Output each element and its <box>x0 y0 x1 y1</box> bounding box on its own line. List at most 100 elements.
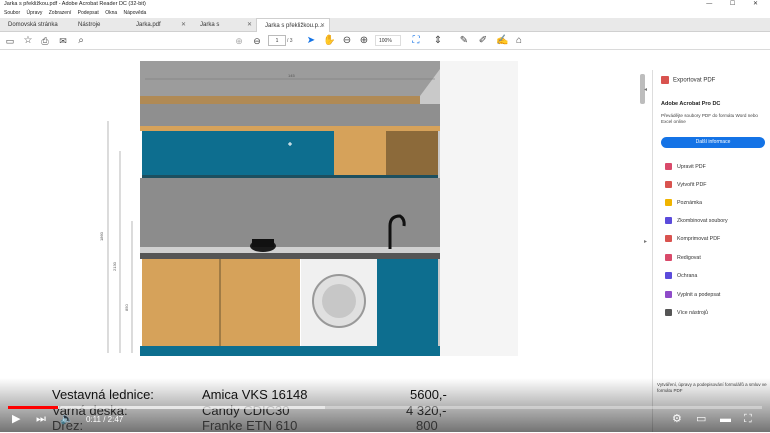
pro-description: Převádějte soubory PDF do formátu Word n… <box>661 113 758 124</box>
hand-icon[interactable]: ✋ <box>323 35 335 47</box>
current-time: 0:11 <box>86 415 101 424</box>
tab-home[interactable]: Domovská stránka <box>0 18 70 32</box>
tool-fill-sign[interactable]: Vyplnit a podepsat <box>665 291 720 300</box>
tab-tools[interactable]: Nástroje <box>70 18 126 32</box>
expand-panel-icon[interactable]: ▸ <box>641 238 650 245</box>
tab-bar: Domovská stránka Nástroje Jarka.pdf ✕ Jar… <box>0 18 770 42</box>
tab-jarka-preklizka[interactable]: Jarka s překližkou.pdf✕ <box>192 18 256 42</box>
export-pdf-icon <box>661 76 669 84</box>
tab-active-label: Jarka s překližkou.p... <box>265 23 324 29</box>
create-pdf-icon <box>665 181 672 189</box>
played-bar <box>8 406 58 409</box>
zoom-in-icon[interactable]: ⊕ <box>358 35 370 47</box>
save-icon[interactable]: ▭ <box>4 35 16 47</box>
menu-upravy[interactable]: Úpravy <box>27 10 43 16</box>
dim-left-1: 1860 <box>100 231 104 241</box>
dim-top: 145 <box>288 73 295 78</box>
menu-bar: Soubor Úpravy Zobrazení Podepsat Okna Ná… <box>0 9 770 18</box>
zoom-out-icon[interactable]: ⊖ <box>341 35 353 47</box>
tool-combine[interactable]: Zkombinovat soubory <box>665 217 728 226</box>
next-icon[interactable]: ⏭ <box>36 412 46 426</box>
tool-edit-pdf[interactable]: Upravit PDF <box>665 163 706 172</box>
export-pdf-item[interactable]: Exportovat PDF <box>661 76 715 84</box>
tool-create-pdf[interactable]: Vytvořit PDF <box>665 181 707 190</box>
page-number-input[interactable]: 1 <box>268 35 286 46</box>
caption-model-3: Franke ETN 610 <box>202 418 298 433</box>
sign-icon <box>665 291 672 299</box>
tool-label: Vyplnit a podepsat <box>677 292 721 298</box>
tool-comment[interactable]: Poznámka <box>665 199 702 208</box>
close-icon[interactable]: ✕ <box>247 18 252 32</box>
tab-jarka-preklizka-active[interactable]: Jarka s překližkou.p... ✕ <box>256 18 330 32</box>
caption-label-1: Vestavná lednice: <box>52 387 154 402</box>
video-progress-bar[interactable] <box>8 406 762 409</box>
shield-icon <box>665 272 672 280</box>
menu-podepsat[interactable]: Podepsat <box>78 10 99 16</box>
toolbar: ▭ ☆ ⎙ ✉ ⌕ ⊕ ⊖ 1 / 3 ➤ ✋ ⊖ ⊕ 100% ⛶ ⇕ ✎ ✐… <box>0 32 770 50</box>
tool-label: Komprimovat PDF <box>677 236 721 242</box>
menu-okna[interactable]: Okna <box>105 10 117 16</box>
fit-page-icon[interactable]: ⛶ <box>410 35 422 47</box>
document-area[interactable]: 145 1860 2130 850 <box>0 51 640 432</box>
print-icon[interactable]: ⎙ <box>39 35 51 47</box>
fullscreen-icon[interactable]: ⛶ <box>744 412 752 426</box>
page-down-icon[interactable]: ⊖ <box>251 35 263 47</box>
page-up-icon[interactable]: ⊕ <box>233 35 245 47</box>
dim-left-2: 2130 <box>112 261 117 271</box>
miniplayer-icon[interactable]: ▭ <box>696 412 706 426</box>
tab-home-label: Domovská stránka <box>8 22 58 28</box>
star-icon[interactable]: ☆ <box>22 35 34 47</box>
close-icon[interactable]: ✕ <box>320 19 325 33</box>
comment-icon[interactable]: ✎ <box>458 35 470 47</box>
theater-icon[interactable]: ▬ <box>720 412 731 426</box>
tool-label: Více nástrojů <box>677 310 708 316</box>
tool-redact[interactable]: Redigovat <box>665 254 701 263</box>
dim-left-3: 850 <box>124 304 129 311</box>
window-title: Jarka s překližkou.pdf - Adobe Acrobat R… <box>0 0 770 9</box>
export-pdf-label: Exportovat PDF <box>673 77 716 84</box>
tool-more[interactable]: Více nástrojů <box>665 309 708 318</box>
scroll-mode-icon[interactable]: ⇕ <box>432 35 444 47</box>
caption-model-1: Amica VKS 16148 <box>202 387 308 402</box>
page-total: / 3 <box>287 38 293 44</box>
dimension-lines: 1860 2130 850 <box>100 121 133 353</box>
settings-icon[interactable]: ⚙ <box>672 412 682 426</box>
cursor-icon[interactable]: ➤ <box>305 35 317 47</box>
tools-icon <box>665 309 672 317</box>
edit-pdf-icon <box>665 163 672 171</box>
comment-icon <box>665 199 672 207</box>
play-icon[interactable]: ▶ <box>12 412 20 426</box>
close-icon[interactable]: ✕ <box>181 18 186 32</box>
sign-icon[interactable]: ✍ <box>496 35 508 47</box>
menu-zobrazeni[interactable]: Zobrazení <box>49 10 72 16</box>
combine-icon <box>665 217 672 225</box>
tool-label: Ochrana <box>677 273 698 279</box>
collapse-panel-icon[interactable]: ◂ <box>641 86 650 93</box>
caption-price-3: 800 <box>416 418 438 433</box>
video-time: 0:11 / 2:47 <box>86 415 124 424</box>
mail-icon[interactable]: ✉ <box>57 35 69 47</box>
tab-tools-label: Nástroje <box>78 22 101 28</box>
tab-jarka[interactable]: Jarka.pdf ✕ <box>128 18 190 32</box>
more-info-button[interactable]: Další informace <box>661 137 765 148</box>
zoom-select[interactable]: 100% <box>375 35 401 46</box>
tool-protect[interactable]: Ochrana <box>665 272 697 281</box>
tool-label: Vytvořit PDF <box>677 182 707 188</box>
tool-label: Upravit PDF <box>677 164 706 170</box>
search-icon[interactable]: ⌕ <box>75 35 87 47</box>
menu-soubor[interactable]: Soubor <box>4 10 20 16</box>
caption-price-1: 5600,- <box>410 387 447 402</box>
volume-icon[interactable]: 🔈 <box>60 412 74 426</box>
pen-icon[interactable]: ✐ <box>477 35 489 47</box>
window-controls[interactable]: — ☐ ✕ <box>706 0 766 9</box>
duration: 2:47 <box>107 415 124 424</box>
redact-icon <box>665 254 672 262</box>
tool-label: Poznámka <box>677 200 703 206</box>
menu-napoveda[interactable]: Nápověda <box>124 10 147 16</box>
tag-icon[interactable]: ⌂ <box>513 35 525 47</box>
tool-compress[interactable]: Komprimovat PDF <box>665 235 720 244</box>
tab-jarka-label: Jarka.pdf <box>136 22 161 28</box>
tool-label: Zkombinovat soubory <box>677 218 728 224</box>
kitchen-drawing: 145 <box>140 61 518 356</box>
compress-icon <box>665 235 672 243</box>
